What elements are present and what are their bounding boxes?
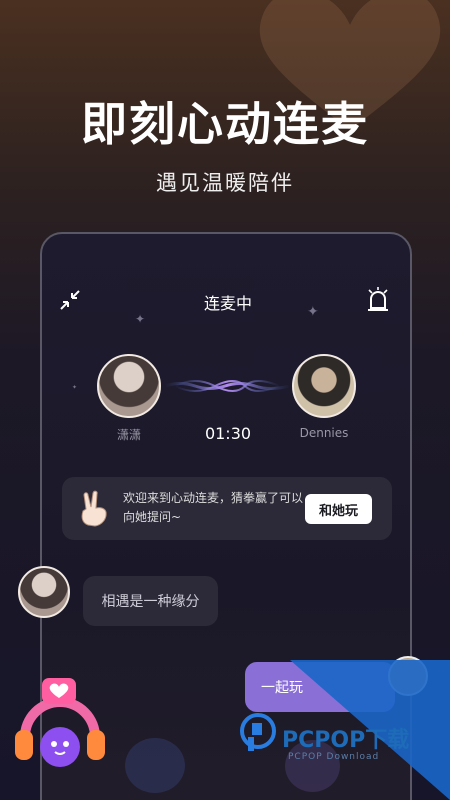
play-with-her-button[interactable]: 和她玩 [305,494,372,524]
voice-wave-icon [165,380,290,392]
sparkle-decoration: ✦ [307,304,319,320]
chat-message-bubble: 相遇是一种缘分 [83,576,218,626]
right-user-name: Dennies [299,426,349,440]
sparkle-decoration: ✦ [135,312,146,326]
report-alarm-icon[interactable] [366,286,390,312]
headphone-heart-sticker-icon [15,678,105,767]
game-notice-card: 欢迎来到心动连麦，猜拳赢了可以向她提问~ 和她玩 [62,477,392,540]
pcpop-logo-icon [240,713,276,751]
hero-title: 即刻心动连麦 [81,97,369,151]
notice-text: 欢迎来到心动连麦，猜拳赢了可以向她提问~ [123,491,304,524]
sparkle-decoration: ✦ [72,384,78,391]
peace-hand-icon [81,490,107,527]
bottom-bubble-decoration [125,738,185,793]
watermark-brand: PCPOP下载 [282,728,410,753]
avatar-right-user[interactable] [292,354,356,418]
chat-avatar[interactable] [18,566,70,618]
call-status-title: 连麦中 [203,294,252,313]
hero-subtitle: 遇见温暖陪伴 [156,171,294,195]
watermark-subtitle: PCPOP Download [288,752,380,762]
avatar-left-user[interactable] [97,354,161,418]
